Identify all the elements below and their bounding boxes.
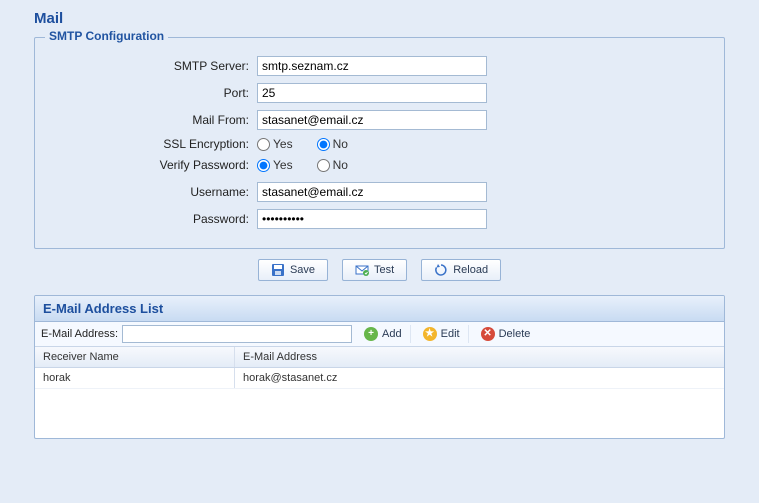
plus-icon: + bbox=[364, 327, 378, 341]
password-input[interactable] bbox=[257, 209, 487, 229]
password-label: Password: bbox=[53, 212, 257, 226]
mail-from-input[interactable] bbox=[257, 110, 487, 130]
ssl-yes-radio[interactable] bbox=[257, 138, 270, 151]
reload-icon bbox=[434, 263, 448, 277]
email-address-label: E-Mail Address: bbox=[41, 328, 118, 340]
email-list-panel: E-Mail Address List E-Mail Address: + Ad… bbox=[34, 295, 725, 439]
verify-no-label: No bbox=[333, 158, 348, 172]
username-input[interactable] bbox=[257, 182, 487, 202]
verify-no-radio[interactable] bbox=[317, 159, 330, 172]
ssl-no-radio[interactable] bbox=[317, 138, 330, 151]
add-button[interactable]: + Add bbox=[356, 325, 411, 343]
delete-button-label: Delete bbox=[499, 328, 531, 340]
verify-label: Verify Password: bbox=[53, 158, 257, 172]
cell-email: horak@stasanet.cz bbox=[235, 368, 724, 388]
save-button[interactable]: Save bbox=[258, 259, 328, 281]
action-button-row: Save Test Reload bbox=[0, 259, 759, 281]
port-input[interactable] bbox=[257, 83, 487, 103]
page-title: Mail bbox=[0, 0, 759, 31]
port-label: Port: bbox=[53, 86, 257, 100]
star-icon: ★ bbox=[423, 327, 437, 341]
test-button[interactable]: Test bbox=[342, 259, 407, 281]
mail-icon bbox=[355, 263, 369, 277]
edit-button-label: Edit bbox=[441, 328, 460, 340]
panel-header: E-Mail Address List bbox=[35, 296, 724, 322]
fieldset-legend: SMTP Configuration bbox=[45, 29, 168, 43]
add-button-label: Add bbox=[382, 328, 402, 340]
save-icon bbox=[271, 263, 285, 277]
smtp-config-fieldset: SMTP Configuration SMTP Server: Port: Ma… bbox=[34, 37, 725, 249]
save-button-label: Save bbox=[290, 264, 315, 276]
panel-toolbar: E-Mail Address: + Add ★ Edit ✕ Delete bbox=[35, 322, 724, 347]
smtp-server-input[interactable] bbox=[257, 56, 487, 76]
smtp-server-label: SMTP Server: bbox=[53, 59, 257, 73]
edit-button[interactable]: ★ Edit bbox=[415, 325, 469, 343]
cell-receiver: horak bbox=[35, 368, 235, 388]
mail-from-label: Mail From: bbox=[53, 113, 257, 127]
x-icon: ✕ bbox=[481, 327, 495, 341]
test-button-label: Test bbox=[374, 264, 394, 276]
table-row[interactable]: horak horak@stasanet.cz bbox=[35, 368, 724, 389]
email-address-input[interactable] bbox=[122, 325, 352, 343]
verify-yes-radio[interactable] bbox=[257, 159, 270, 172]
username-label: Username: bbox=[53, 185, 257, 199]
reload-button[interactable]: Reload bbox=[421, 259, 501, 281]
table-header: Receiver Name E-Mail Address bbox=[35, 347, 724, 368]
ssl-yes-label: Yes bbox=[273, 137, 293, 151]
col-email-header[interactable]: E-Mail Address bbox=[235, 347, 724, 367]
col-receiver-header[interactable]: Receiver Name bbox=[35, 347, 235, 367]
ssl-label: SSL Encryption: bbox=[53, 137, 257, 151]
reload-button-label: Reload bbox=[453, 264, 488, 276]
delete-button[interactable]: ✕ Delete bbox=[473, 325, 539, 343]
table-body: horak horak@stasanet.cz bbox=[35, 368, 724, 438]
ssl-no-label: No bbox=[333, 137, 348, 151]
verify-yes-label: Yes bbox=[273, 158, 293, 172]
